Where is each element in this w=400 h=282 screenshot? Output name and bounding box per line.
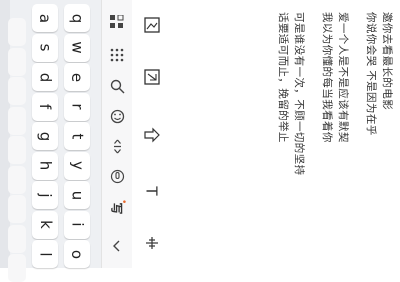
key-blank[interactable]	[8, 224, 26, 253]
key-blank[interactable]	[8, 18, 26, 46]
key-u[interactable]: u	[64, 181, 90, 209]
image-icon[interactable]	[141, 14, 163, 36]
key-label: t	[68, 133, 87, 139]
voice-icon[interactable]	[107, 166, 127, 186]
key-f[interactable]: f	[32, 92, 58, 121]
lyrics-content[interactable]: 邀你去看最长的电影 你说你会哭 不是因为在乎 爱一个人是不是应该有默契 我以为你…	[275, 12, 395, 262]
key-label: g	[36, 131, 55, 141]
paragraph-1-line-2: 你说你会哭 不是因为在乎	[365, 12, 377, 136]
paragraph-2-line-2: 我以为你懂的每当我看着你	[321, 12, 333, 143]
share-icon[interactable]	[141, 124, 163, 146]
keypad-icon[interactable]	[107, 45, 127, 65]
key-l[interactable]: l	[32, 240, 58, 268]
key-g[interactable]: g	[32, 122, 58, 150]
key-label: o	[68, 249, 87, 259]
brand-dot: •	[121, 198, 127, 208]
key-blank[interactable]	[8, 165, 26, 194]
paragraph-3-line-1: 可是谁没有一次，不顾一切的坚持	[293, 12, 305, 176]
paragraph-2-line-1: 爱一个人是不是应该有默契	[337, 12, 349, 143]
keyboard-panel: q w e r t y u i o a s d f g h j k l	[0, 0, 101, 282]
text-format-icon[interactable]: T	[141, 180, 163, 202]
key-d[interactable]: d	[32, 63, 58, 91]
grid-icon[interactable]	[107, 12, 127, 32]
align-icon[interactable]	[141, 232, 163, 254]
key-label: d	[36, 72, 55, 82]
paragraph-1-line-1: 邀你去看最长的电影	[381, 12, 393, 111]
cursor-move-icon[interactable]	[107, 136, 127, 156]
key-label: k	[36, 220, 55, 229]
key-blank[interactable]	[8, 106, 26, 135]
key-j[interactable]: j	[32, 181, 58, 209]
editor-tools: T	[135, 0, 169, 268]
key-k[interactable]: k	[32, 210, 58, 239]
key-label: q	[68, 13, 87, 23]
key-label: w	[68, 41, 87, 54]
key-r[interactable]: r	[64, 92, 90, 121]
key-t[interactable]: t	[64, 122, 90, 150]
key-label: s	[36, 43, 55, 52]
key-label: r	[68, 103, 87, 110]
search-icon[interactable]	[107, 76, 127, 96]
key-label: f	[36, 103, 55, 110]
text-format-label: T	[142, 186, 161, 196]
photo-icon[interactable]	[141, 66, 163, 88]
key-blank[interactable]	[8, 136, 26, 164]
collapse-icon[interactable]	[107, 236, 127, 256]
key-blank[interactable]	[8, 77, 26, 105]
key-o[interactable]: o	[64, 240, 90, 268]
key-label: l	[36, 251, 55, 257]
key-y[interactable]: y	[64, 151, 90, 180]
key-label: j	[36, 192, 55, 198]
key-w[interactable]: w	[64, 33, 90, 62]
key-i[interactable]: i	[64, 210, 90, 239]
key-label: h	[36, 160, 55, 171]
key-q[interactable]: q	[64, 4, 90, 32]
paragraph-3-line-2: 话要适可而止，挽留的举止	[277, 12, 289, 143]
key-e[interactable]: e	[64, 63, 90, 91]
key-label: u	[68, 190, 87, 200]
key-label: i	[68, 222, 87, 227]
key-blank[interactable]	[8, 47, 26, 76]
handwrite-icon[interactable]: 写 •	[107, 198, 127, 218]
keyboard-toolbar: 写 •	[101, 0, 132, 268]
key-a[interactable]: a	[32, 4, 58, 32]
key-blank[interactable]	[8, 254, 26, 282]
key-blank[interactable]	[8, 195, 26, 223]
key-label: a	[36, 13, 55, 23]
key-label: y	[68, 161, 87, 170]
key-label: e	[68, 72, 87, 82]
key-s[interactable]: s	[32, 33, 58, 62]
key-h[interactable]: h	[32, 151, 58, 180]
emoji-icon[interactable]	[107, 106, 127, 126]
